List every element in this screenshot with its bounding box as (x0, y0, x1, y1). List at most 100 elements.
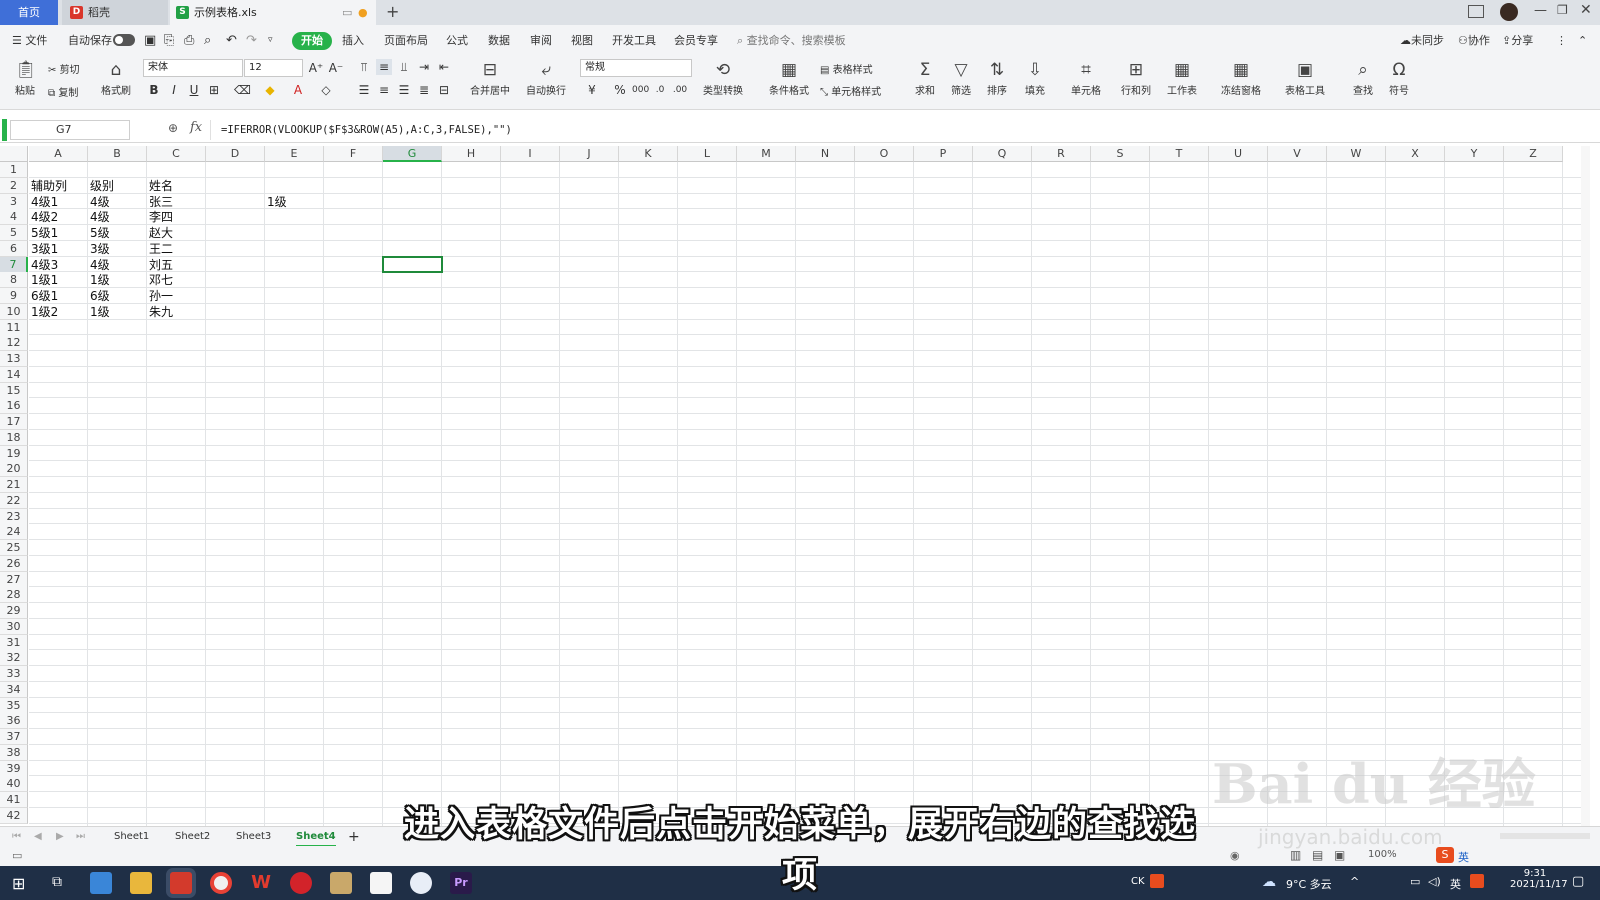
column-header-x[interactable]: X (1386, 146, 1445, 162)
column-header-s[interactable]: S (1091, 146, 1150, 162)
menu-page-layout[interactable]: 页面布局 (384, 25, 428, 56)
zoom-formula-icon[interactable]: ⊕ (168, 121, 178, 135)
cell-a8[interactable]: 1级1 (29, 272, 88, 288)
column-header-m[interactable]: M (737, 146, 796, 162)
menu-member[interactable]: 会员专享 (674, 25, 718, 56)
row-header-17[interactable]: 17 (0, 414, 28, 430)
worksheet-button[interactable]: ▦ 工作表 (1164, 60, 1200, 97)
cell-c7[interactable]: 刘五 (147, 257, 206, 273)
erase-format-icon[interactable]: ⌫ (234, 82, 251, 98)
underline-icon[interactable]: U (186, 82, 202, 98)
cell-b4[interactable]: 4级 (88, 209, 147, 225)
collab-button[interactable]: ⚇协作 (1458, 25, 1490, 56)
sheet-tab-3[interactable]: Sheet3 (236, 827, 271, 847)
align-bottom-icon[interactable]: ⫫ (396, 59, 412, 75)
column-header-n[interactable]: N (796, 146, 855, 162)
merge-center-button[interactable]: ⊟ 合并居中 (466, 60, 514, 97)
increase-decimal-icon[interactable]: .0 (652, 82, 668, 98)
share-button[interactable]: ⇪分享 (1502, 25, 1533, 56)
tray-chevron-icon[interactable]: ^ (1350, 875, 1359, 888)
cell-b7[interactable]: 4级 (88, 257, 147, 273)
column-header-c[interactable]: C (147, 146, 206, 162)
tab-file[interactable]: S 示例表格.xls ▭ ● (170, 0, 376, 25)
menu-developer[interactable]: 开发工具 (612, 25, 656, 56)
active-cell-selection[interactable] (382, 255, 443, 274)
close-icon[interactable]: ✕ (1580, 2, 1592, 18)
column-header-u[interactable]: U (1209, 146, 1268, 162)
row-header-20[interactable]: 20 (0, 461, 28, 478)
row-header-14[interactable]: 14 (0, 366, 28, 383)
align-center-icon[interactable]: ≡ (376, 82, 392, 98)
cell-c3[interactable]: 张三 (147, 194, 206, 210)
column-header-j[interactable]: J (560, 146, 619, 162)
autosave-toggle[interactable] (113, 34, 135, 46)
number-format-select[interactable]: 常规 (580, 59, 692, 77)
column-header-g[interactable]: G (383, 146, 442, 162)
cell-c2[interactable]: 姓名 (147, 178, 206, 194)
row-header-42[interactable]: 42 (0, 807, 28, 824)
clear-icon[interactable]: ◇ (318, 82, 334, 98)
netease-music-icon[interactable] (290, 872, 312, 894)
bold-icon[interactable]: B (146, 82, 162, 98)
weather-text[interactable]: 9°C 多云 (1286, 876, 1332, 892)
cell-a4[interactable]: 4级2 (29, 209, 88, 225)
row-col-button[interactable]: ⊞ 行和列 (1118, 60, 1154, 97)
thousands-icon[interactable]: 000 (632, 82, 649, 98)
macro-icon[interactable]: ▭ (12, 849, 22, 862)
row-header-24[interactable]: 24 (0, 524, 28, 541)
menu-data[interactable]: 数据 (488, 25, 510, 56)
cell-b9[interactable]: 6级 (88, 288, 147, 304)
cell-b5[interactable]: 5级 (88, 225, 147, 241)
fill-button[interactable]: ⇩ 填充 (1022, 60, 1048, 97)
row-header-36[interactable]: 36 (0, 713, 28, 730)
cell-c5[interactable]: 赵大 (147, 225, 206, 241)
zoom-level[interactable]: 100% (1368, 849, 1397, 860)
more-icon[interactable]: ▿ (268, 25, 273, 56)
row-header-7[interactable]: 7 (0, 256, 28, 273)
row-header-32[interactable]: 32 (0, 650, 28, 667)
sheet-tab-2[interactable]: Sheet2 (175, 827, 210, 847)
menu-insert[interactable]: 插入 (342, 25, 364, 56)
normal-view-icon[interactable]: ▥ (1290, 848, 1301, 862)
sogou-tray-icon-2[interactable] (1470, 874, 1484, 888)
tray-ime[interactable]: 英 (1450, 876, 1461, 892)
restore-icon[interactable]: ❐ (1557, 3, 1568, 17)
column-header-k[interactable]: K (619, 146, 678, 162)
table-style-button[interactable]: ▤ 表格样式 (820, 61, 873, 76)
undo-icon[interactable]: ↶ (226, 25, 237, 56)
select-all-corner[interactable] (0, 146, 28, 162)
copy-button[interactable]: ⧉ 复制 (48, 84, 78, 99)
outdent-icon[interactable]: ⇤ (436, 59, 452, 75)
save-icon[interactable]: ▣ (144, 25, 156, 56)
row-header-27[interactable]: 27 (0, 571, 28, 588)
more-menu-icon[interactable]: ⋮ (1556, 25, 1567, 56)
tab-home[interactable]: 首页 (0, 0, 58, 25)
cell-button[interactable]: ⌗ 单元格 (1068, 60, 1104, 97)
wrap-text-button[interactable]: ⤶ 自动换行 (524, 60, 568, 97)
column-header-z[interactable]: Z (1504, 146, 1563, 162)
cell-c10[interactable]: 朱九 (147, 304, 206, 320)
first-sheet-icon[interactable]: ⏮ (12, 827, 21, 847)
row-header-18[interactable]: 18 (0, 429, 28, 446)
next-sheet-icon[interactable]: ▶ (56, 827, 64, 847)
row-header-30[interactable]: 30 (0, 618, 28, 635)
column-header-w[interactable]: W (1327, 146, 1386, 162)
wps-icon[interactable]: W (250, 872, 272, 894)
decrease-decimal-icon[interactable]: .00 (672, 82, 688, 98)
cell-b3[interactable]: 4级 (88, 194, 147, 210)
row-header-13[interactable]: 13 (0, 351, 28, 367)
paste-button[interactable]: 📋︎ 粘贴 (12, 60, 38, 97)
column-header-i[interactable]: I (501, 146, 560, 162)
export-icon[interactable]: ⎘ (164, 25, 174, 56)
column-header-a[interactable]: A (29, 146, 88, 162)
office-icon[interactable] (370, 872, 392, 894)
cell-b10[interactable]: 1级 (88, 304, 147, 320)
row-header-33[interactable]: 33 (0, 666, 28, 682)
conditional-format-button[interactable]: ▦ 条件格式 (766, 60, 812, 97)
column-header-v[interactable]: V (1268, 146, 1327, 162)
fx-icon[interactable]: fx (190, 120, 202, 135)
column-header-f[interactable]: F (324, 146, 383, 162)
row-header-37[interactable]: 37 (0, 729, 28, 745)
column-header-b[interactable]: B (88, 146, 147, 162)
align-right-icon[interactable]: ☰ (396, 82, 412, 98)
